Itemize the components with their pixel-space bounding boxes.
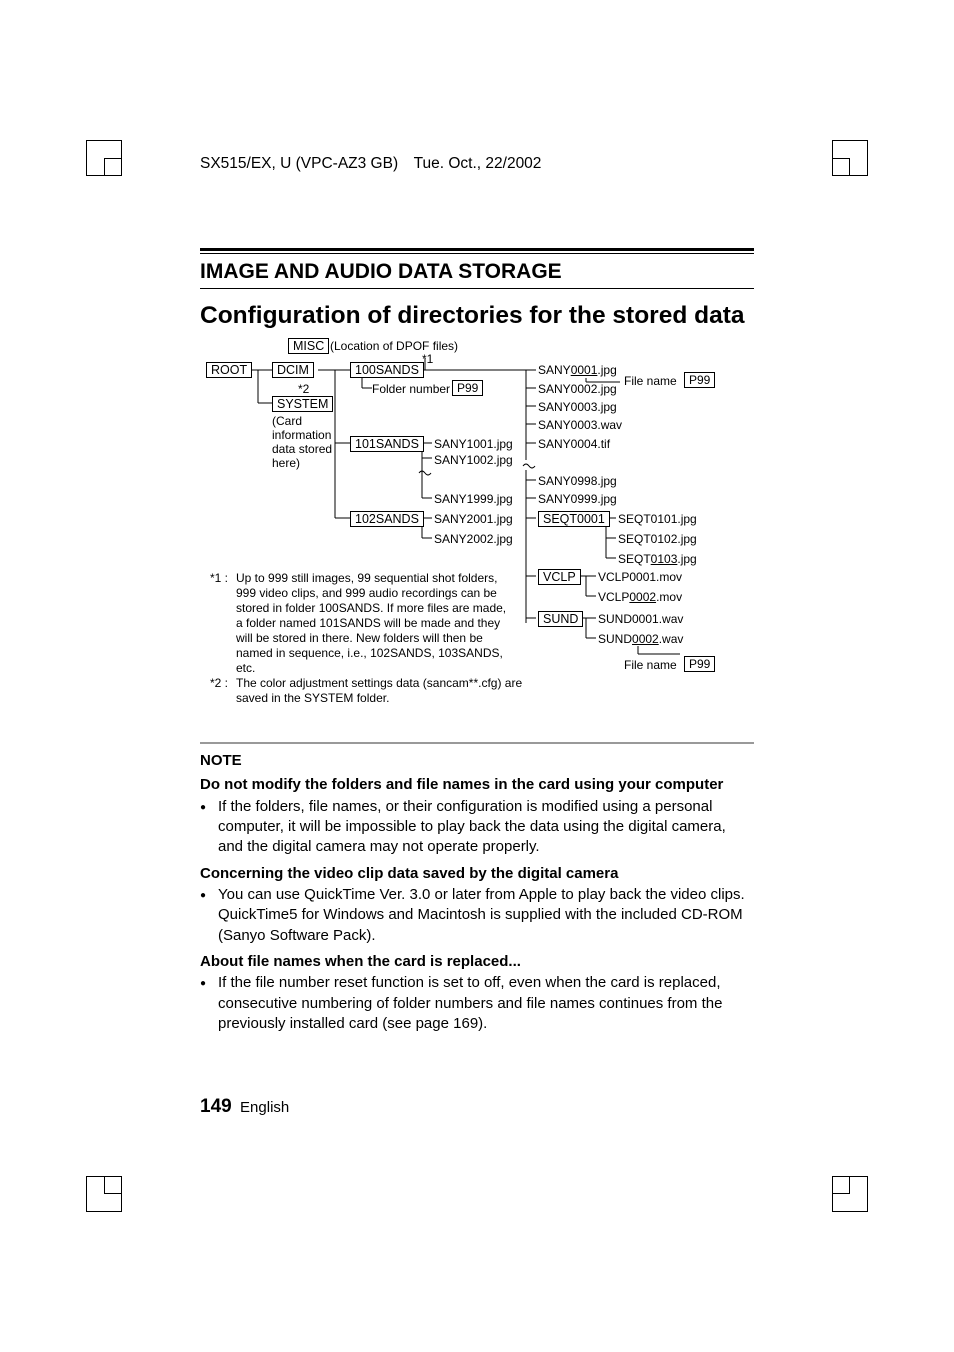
footnote-1: *1 :Up to 999 still images, 99 sequentia… (210, 571, 520, 676)
file-label: SANY2001.jpg (434, 512, 513, 526)
file-label: SANY1999.jpg (434, 492, 513, 506)
file-label: SANY1001.jpg (434, 437, 513, 451)
root-box: ROOT (206, 362, 252, 378)
note-subheading: Concerning the video clip data saved by … (200, 864, 754, 884)
note-bullet: If the file number reset function is set… (200, 973, 754, 1034)
p99-ref: P99 (452, 380, 483, 396)
file-label: SANY2002.jpg (434, 532, 513, 546)
filename-label: File name (624, 374, 677, 388)
footnote-2: *2 :The color adjustment settings data (… (210, 676, 530, 706)
section-heading: IMAGE AND AUDIO DATA STORAGE (200, 260, 754, 284)
divider (200, 742, 754, 744)
sund-box: SUND (538, 611, 583, 627)
folder-100-box: 100SANDS (350, 362, 424, 378)
divider (200, 288, 754, 289)
file-label: VCLP0001.mov (598, 570, 682, 584)
file-label: VCLP0002.mov (598, 590, 682, 604)
dcim-box: DCIM (272, 362, 314, 378)
star1-label: *1 (422, 352, 433, 366)
note-bullet: You can use QuickTime Ver. 3.0 or later … (200, 885, 754, 946)
file-label: SANY0003.wav (538, 418, 622, 432)
misc-caption: (Location of DPOF files) (330, 339, 458, 353)
file-label: SUND0001.wav (598, 612, 683, 626)
crop-mark (86, 140, 122, 176)
folder-102-box: 102SANDS (350, 511, 424, 527)
file-label: SEQT0102.jpg (618, 532, 697, 546)
file-label: SANY0001.jpg (538, 363, 617, 377)
p99-ref: P99 (684, 372, 715, 388)
file-label: SANY0003.jpg (538, 400, 617, 414)
page-footer: 149 English (200, 1096, 289, 1118)
note-subheading: Do not modify the folders and file names… (200, 775, 754, 795)
file-label: SANY0998.jpg (538, 474, 617, 488)
seqt-box: SEQT0001 (538, 511, 610, 527)
crop-mark (832, 140, 868, 176)
running-header: SX515/EX, U (VPC-AZ3 GB) Tue. Oct., 22/2… (200, 155, 541, 173)
file-label: SUND0002.wav (598, 632, 683, 646)
vclp-box: VCLP (538, 569, 581, 585)
file-label: SANY0002.jpg (538, 382, 617, 396)
system-caption: (Card information data stored here) (272, 414, 332, 470)
note-heading: NOTE (200, 752, 754, 769)
divider (200, 248, 754, 254)
star2-label: *2 (298, 382, 309, 396)
page-title: Configuration of directories for the sto… (200, 301, 754, 330)
p99-ref: P99 (684, 656, 715, 672)
crop-mark (832, 1176, 868, 1212)
file-label: SANY0004.tif (538, 437, 610, 451)
filename-label: File name (624, 658, 677, 672)
misc-box: MISC (288, 338, 329, 354)
page-language: English (240, 1099, 289, 1116)
note-bullet: If the folders, file names, or their con… (200, 797, 754, 858)
file-label: SEQT0101.jpg (618, 512, 697, 526)
crop-mark (86, 1176, 122, 1212)
file-label: SANY1002.jpg (434, 453, 513, 467)
file-label: SANY0999.jpg (538, 492, 617, 506)
folder-101-box: 101SANDS (350, 436, 424, 452)
note-subheading: About file names when the card is replac… (200, 952, 754, 972)
system-box: SYSTEM (272, 396, 333, 412)
file-label: SEQT0103.jpg (618, 552, 697, 566)
directory-tree-diagram: MISC (Location of DPOF files) ROOT DCIM … (200, 338, 754, 728)
folder-number-label: Folder number (372, 382, 450, 396)
page-number: 149 (200, 1096, 232, 1117)
